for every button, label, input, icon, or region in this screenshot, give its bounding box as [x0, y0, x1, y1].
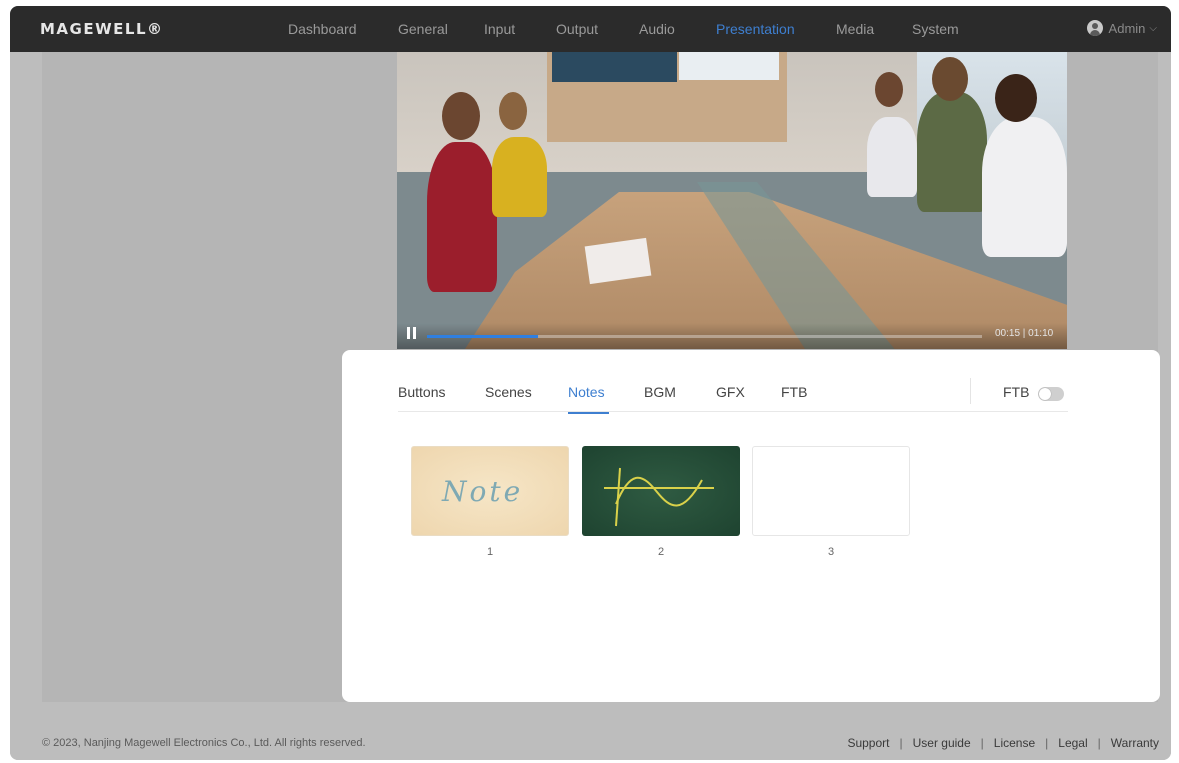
footer-link-user-guide[interactable]: User guide: [913, 736, 971, 750]
presentation-panel: Buttons Scenes Notes BGM GFX FTB FTB Not…: [342, 350, 1160, 702]
note-number-3: 3: [827, 546, 835, 558]
nav-item-audio[interactable]: Audio: [639, 21, 675, 37]
note-thumbnail-3[interactable]: [752, 446, 910, 536]
user-name: Admin: [1108, 20, 1146, 36]
video-scene-head: [875, 72, 903, 107]
user-menu[interactable]: Admin ⌵: [1086, 20, 1157, 36]
copyright-text: © 2023, Nanjing Magewell Electronics Co.…: [42, 737, 366, 749]
video-progress-fill: [427, 335, 538, 338]
footer-separator: |: [1097, 736, 1101, 750]
footer-link-legal[interactable]: Legal: [1058, 736, 1087, 750]
tab-notes[interactable]: Notes: [568, 384, 605, 400]
note-thumbnail-2[interactable]: [582, 446, 740, 536]
nav-item-system[interactable]: System: [912, 21, 959, 37]
video-preview[interactable]: 00:15 | 01:10: [397, 52, 1067, 349]
tab-gfx[interactable]: GFX: [716, 384, 745, 400]
chevron-down-icon: ⌵: [1149, 22, 1157, 34]
tab-scenes[interactable]: Scenes: [485, 384, 532, 400]
active-tab-indicator: [568, 412, 609, 414]
user-avatar-icon: [1086, 20, 1103, 36]
footer-link-license[interactable]: License: [994, 736, 1035, 750]
tab-ftb[interactable]: FTB: [781, 384, 807, 400]
nav-item-general[interactable]: General: [398, 21, 448, 37]
video-scene-person: [982, 117, 1067, 257]
video-scene-board: [679, 52, 779, 80]
footer-link-warranty[interactable]: Warranty: [1111, 736, 1159, 750]
nav-item-output[interactable]: Output: [556, 21, 598, 37]
note-number-2: 2: [657, 546, 665, 558]
top-nav-bar: MAGEWELL® Dashboard General Input Output…: [10, 6, 1171, 52]
footer-links: Support | User guide | License | Legal |…: [847, 736, 1159, 750]
video-time-readout: 00:15 | 01:10: [995, 328, 1054, 339]
video-scene-screen: [552, 52, 677, 82]
note-drawing-wave: [604, 467, 714, 527]
note-script-text: Note: [442, 475, 524, 508]
video-scene-head: [932, 57, 968, 101]
note-number-1: 1: [486, 546, 494, 558]
tab-buttons[interactable]: Buttons: [398, 384, 445, 400]
nav-item-input[interactable]: Input: [484, 21, 515, 37]
nav-item-media[interactable]: Media: [836, 21, 874, 37]
magewell-logo: MAGEWELL®: [40, 20, 164, 38]
video-scene-head: [499, 92, 527, 130]
ftb-toggle-label: FTB: [1003, 384, 1030, 400]
footer: © 2023, Nanjing Magewell Electronics Co.…: [10, 722, 1171, 760]
panel-tabs: Buttons Scenes Notes BGM GFX FTB FTB: [398, 372, 1068, 414]
ftb-toggle-switch[interactable]: [1038, 387, 1064, 401]
video-scene-head: [442, 92, 480, 140]
video-progress-bar[interactable]: [427, 335, 982, 338]
tab-divider: [970, 378, 971, 404]
video-scene-head: [995, 74, 1037, 122]
pause-icon[interactable]: [407, 327, 417, 339]
footer-separator: |: [1045, 736, 1049, 750]
footer-separator: |: [980, 736, 984, 750]
app-frame: MAGEWELL® Dashboard General Input Output…: [10, 6, 1171, 760]
nav-item-dashboard[interactable]: Dashboard: [288, 21, 357, 37]
video-scene-person: [492, 137, 547, 217]
footer-link-support[interactable]: Support: [847, 736, 889, 750]
nav-item-presentation[interactable]: Presentation: [716, 21, 795, 37]
video-scene-person: [427, 142, 497, 292]
note-thumbnail-1[interactable]: Note: [411, 446, 569, 536]
footer-separator: |: [899, 736, 903, 750]
video-scene-person: [867, 117, 917, 197]
video-scene-person: [917, 92, 987, 212]
tab-bgm[interactable]: BGM: [644, 384, 676, 400]
